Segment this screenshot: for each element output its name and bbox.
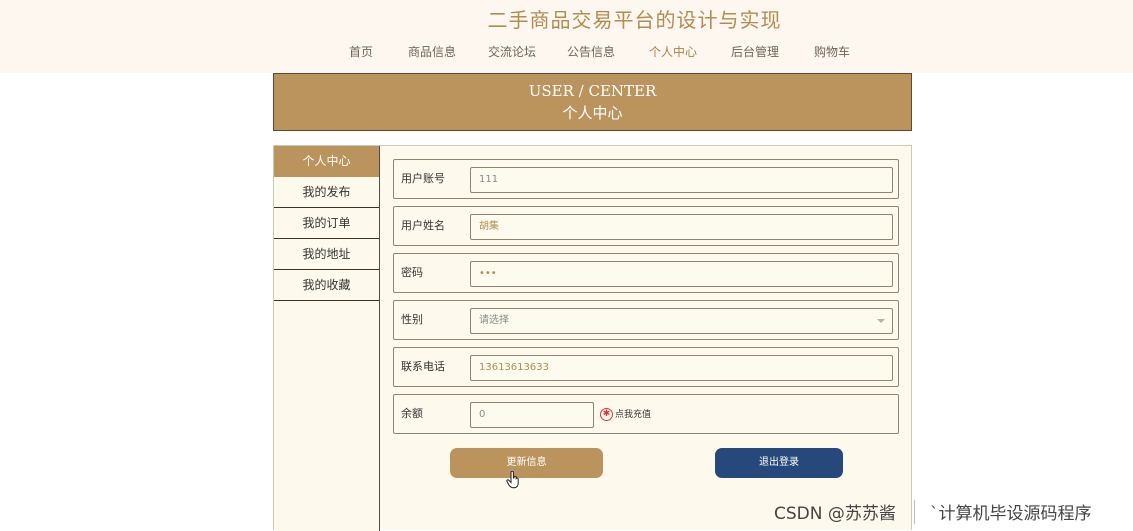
- banner-title-cn: 个人中心: [562, 104, 623, 122]
- gender-select[interactable]: 请选择: [470, 308, 893, 334]
- top-header: 二手商品交易平台的设计与实现 首页 商品信息 交流论坛 公告信息 个人中心 后台…: [0, 0, 1133, 73]
- form-row-account: 用户账号 111: [393, 159, 899, 199]
- nav-item-forum[interactable]: 交流论坛: [488, 43, 536, 60]
- page-banner: USER / CENTER 个人中心: [273, 73, 912, 131]
- gender-label: 性别: [401, 313, 423, 326]
- update-info-button[interactable]: 更新信息: [450, 448, 603, 478]
- password-label: 密码: [401, 266, 423, 279]
- hand-cursor-icon: [506, 471, 519, 489]
- sidebar-item-user-center[interactable]: 个人中心: [274, 146, 379, 177]
- main-nav: 首页 商品信息 交流论坛 公告信息 个人中心 后台管理 购物车: [0, 43, 1133, 61]
- logout-button[interactable]: 退出登录: [715, 448, 843, 478]
- sidebar: 个人中心 我的发布 我的订单 我的地址 我的收藏: [274, 146, 380, 531]
- user-center-panel: 个人中心 我的发布 我的订单 我的地址 我的收藏 用户账号 111 用户姓名 胡…: [273, 145, 912, 531]
- form-row-balance: 余额 0 ✱ 点我充值: [393, 394, 899, 434]
- banner-title-en: USER / CENTER: [528, 82, 657, 100]
- sidebar-item-my-posts[interactable]: 我的发布: [274, 177, 379, 208]
- watermark-source: `计算机毕设源码程序: [930, 504, 1092, 524]
- sidebar-item-my-orders[interactable]: 我的订单: [274, 208, 379, 239]
- gender-select-placeholder: 请选择: [479, 315, 509, 326]
- form-row-name: 用户姓名 胡集: [393, 206, 899, 246]
- sidebar-item-my-favorites[interactable]: 我的收藏: [274, 270, 379, 301]
- recharge-link[interactable]: ✱ 点我充值: [600, 407, 651, 421]
- sidebar-item-my-address[interactable]: 我的地址: [274, 239, 379, 270]
- recharge-icon: ✱: [600, 408, 613, 421]
- phone-input[interactable]: 13613613633: [470, 355, 893, 381]
- chevron-down-icon: [877, 319, 885, 323]
- balance-input[interactable]: 0: [470, 402, 594, 428]
- nav-item-products[interactable]: 商品信息: [408, 43, 456, 60]
- phone-label: 联系电话: [401, 360, 445, 373]
- watermark-author: CSDN @苏苏酱: [774, 504, 896, 524]
- form-row-password: 密码 •••: [393, 253, 899, 293]
- nav-item-user-center[interactable]: 个人中心: [649, 43, 697, 60]
- name-input[interactable]: 胡集: [470, 214, 893, 240]
- nav-item-home[interactable]: 首页: [349, 43, 373, 60]
- nav-item-cart[interactable]: 购物车: [814, 43, 850, 60]
- recharge-label: 点我充值: [615, 410, 652, 420]
- form-row-phone: 联系电话 13613613633: [393, 347, 899, 387]
- account-label: 用户账号: [401, 172, 445, 185]
- password-input[interactable]: •••: [470, 261, 893, 287]
- balance-label: 余额: [401, 407, 423, 420]
- nav-item-announcements[interactable]: 公告信息: [567, 43, 615, 60]
- nav-item-admin[interactable]: 后台管理: [731, 43, 779, 60]
- form-row-gender: 性别 请选择: [393, 300, 899, 340]
- account-input[interactable]: 111: [470, 167, 893, 193]
- watermark-divider: [914, 500, 915, 524]
- name-label: 用户姓名: [401, 219, 445, 232]
- site-title: 二手商品交易平台的设计与实现: [487, 8, 782, 32]
